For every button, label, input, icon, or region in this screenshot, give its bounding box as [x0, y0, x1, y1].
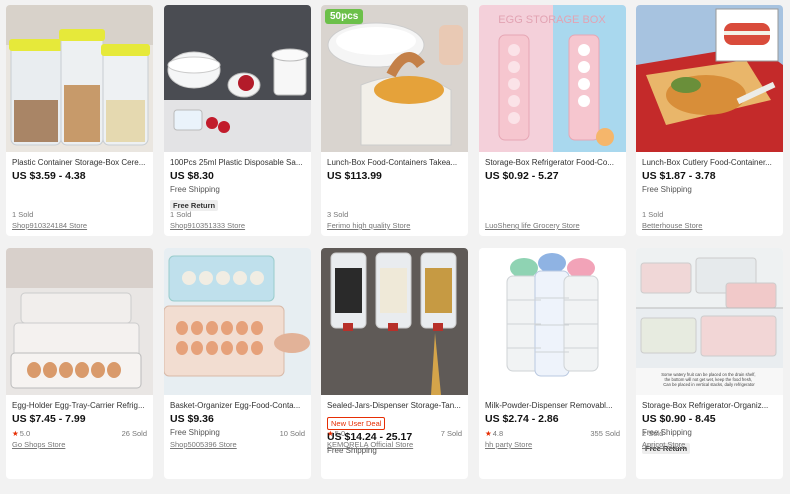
image-caption: EGG STORAGE BOX — [498, 14, 606, 26]
product-title[interactable]: Plastic Container Storage-Box Cere... — [12, 157, 147, 168]
product-card[interactable]: Egg-Holder Egg-Tray-Carrier Refrig... US… — [6, 248, 153, 479]
product-title[interactable]: Lunch-Box Cutlery Food-Container... — [642, 157, 777, 168]
sold-count: 10 Sold — [279, 429, 305, 438]
product-price: US $3.59 - 4.38 — [12, 170, 86, 182]
product-card[interactable]: 50pcs Lunch-Box Food-Containers Takea...… — [321, 5, 468, 236]
store-link[interactable]: Go Shops Store — [12, 440, 147, 450]
product-price: US $8.30 — [170, 170, 214, 182]
product-title[interactable]: Storage-Box Refrigerator Food-Co... — [485, 157, 620, 168]
product-grid: Plastic Container Storage-Box Cere... US… — [0, 0, 790, 494]
store-link[interactable]: KEMORELA Official Store — [327, 440, 462, 450]
product-card[interactable]: Lunch-Box Cutlery Food-Container... US $… — [636, 5, 783, 236]
product-price: US $0.92 - 5.27 — [485, 170, 559, 182]
product-image[interactable] — [6, 5, 153, 152]
star-icon: ★ — [12, 429, 19, 438]
product-card[interactable]: Sealed-Jars-Dispenser Storage-Tan... New… — [321, 248, 468, 479]
store-link[interactable]: Shop910351333 Store — [170, 221, 305, 231]
store-link[interactable]: Betterhouse Store — [642, 221, 777, 231]
product-image[interactable] — [636, 5, 783, 152]
product-title[interactable]: Storage-Box Refrigerator-Organiz... — [642, 400, 777, 411]
shipping-label: Free Shipping — [642, 185, 692, 194]
product-card[interactable]: Milk-Powder-Dispenser Removabl... US $2.… — [479, 248, 626, 479]
product-title[interactable]: Lunch-Box Food-Containers Takea... — [327, 157, 462, 168]
product-image[interactable] — [321, 248, 468, 395]
product-price: US $9.36 — [170, 413, 214, 425]
product-image[interactable]: EGG STORAGE BOX — [479, 5, 626, 152]
product-card[interactable]: Plastic Container Storage-Box Cere... US… — [6, 5, 153, 236]
product-image[interactable] — [164, 248, 311, 395]
store-link[interactable]: Shop910324184 Store — [12, 221, 147, 231]
sold-count: 2 Sold — [642, 429, 664, 438]
sold-count: 1 Sold — [642, 210, 664, 219]
product-title[interactable]: 100Pcs 25ml Plastic Disposable Sa... — [170, 157, 305, 168]
store-link[interactable]: Ferimo high quality Store — [327, 221, 462, 231]
rating-value: 5.0 — [334, 429, 346, 438]
product-image[interactable]: Some watery fruit can be placed on the d… — [636, 248, 783, 395]
sold-count: 3 Sold — [327, 210, 349, 219]
product-image[interactable] — [164, 5, 311, 152]
store-link[interactable]: hh party Store — [485, 440, 620, 450]
product-card[interactable]: EGG STORAGE BOX Storage-Box Refrigerator… — [479, 5, 626, 236]
product-card[interactable]: Basket-Organizer Egg-Food-Conta... US $9… — [164, 248, 311, 479]
store-link[interactable]: LuoSheng life Grocery Store — [485, 221, 620, 231]
product-price: US $2.74 - 2.86 — [485, 413, 559, 425]
product-title[interactable]: Sealed-Jars-Dispenser Storage-Tan... — [327, 400, 462, 411]
product-image[interactable]: 50pcs — [321, 5, 468, 152]
product-card[interactable]: 100Pcs 25ml Plastic Disposable Sa... US … — [164, 5, 311, 236]
shipping-label: Free Shipping — [170, 185, 220, 194]
product-image[interactable] — [6, 248, 153, 395]
product-price: US $7.45 - 7.99 — [12, 413, 86, 425]
product-price: US $0.90 - 8.45 — [642, 413, 716, 425]
sold-count: 7 Sold — [440, 429, 462, 438]
sold-count: 1 Sold — [12, 210, 34, 219]
product-title[interactable]: Basket-Organizer Egg-Food-Conta... — [170, 400, 305, 411]
sold-count: 355 Sold — [590, 429, 620, 438]
sold-count: 1 Sold — [170, 210, 192, 219]
product-card[interactable]: Some watery fruit can be placed on the d… — [636, 248, 783, 479]
product-title[interactable]: Milk-Powder-Dispenser Removabl... — [485, 400, 620, 411]
rating-value: 4.8 — [492, 429, 504, 438]
star-icon: ★ — [485, 429, 492, 438]
star-icon: ★ — [327, 429, 334, 438]
quantity-badge: 50pcs — [325, 9, 364, 24]
store-link[interactable]: Apricot Store — [642, 440, 777, 450]
sold-count: 26 Sold — [121, 429, 147, 438]
rating-value: 5.0 — [19, 429, 31, 438]
product-title[interactable]: Egg-Holder Egg-Tray-Carrier Refrig... — [12, 400, 147, 411]
product-price: US $113.99 — [327, 170, 382, 182]
product-image[interactable] — [479, 248, 626, 395]
svg-text:Some watery fruit can be place: Some watery fruit can be placed on the d… — [661, 372, 756, 387]
product-price: US $1.87 - 3.78 — [642, 170, 716, 182]
store-link[interactable]: Shop5005396 Store — [170, 440, 305, 450]
